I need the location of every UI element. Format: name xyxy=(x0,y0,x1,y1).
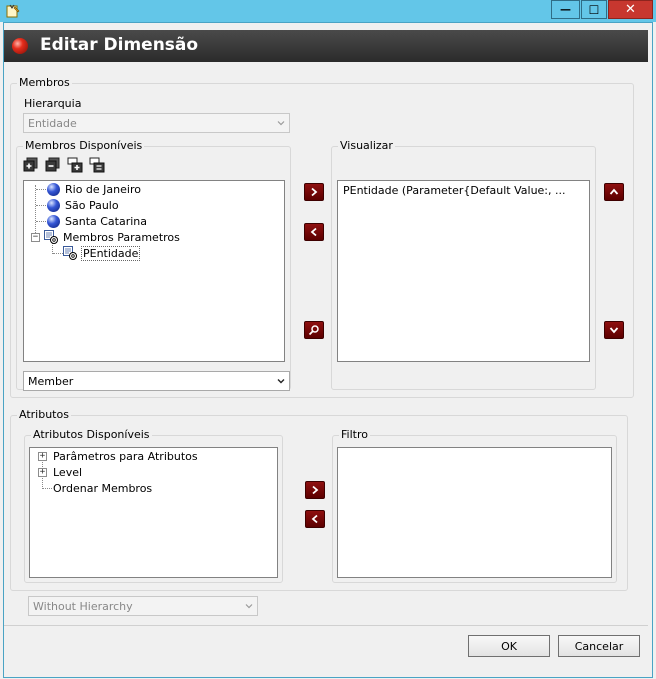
chevron-right-icon xyxy=(311,187,318,197)
tree-item-label: Santa Catarina xyxy=(65,214,148,228)
tree-item-membros-parametros[interactable]: Membros Parametros xyxy=(44,229,180,245)
hierarchy-mode-select-value: Without Hierarchy xyxy=(33,599,133,613)
chevron-down-icon xyxy=(277,121,285,126)
filtro-list[interactable] xyxy=(337,447,612,578)
chevron-down-icon xyxy=(277,379,285,384)
tree-line xyxy=(53,253,63,254)
move-down-button[interactable] xyxy=(604,321,624,339)
tree-item-ordenar-membros[interactable]: Ordenar Membros xyxy=(53,480,152,496)
tree-item-rio-de-janeiro[interactable]: Rio de Janeiro xyxy=(47,181,141,197)
remove-member-button[interactable] xyxy=(304,223,324,241)
membros-disponiveis-label: Membros Disponíveis xyxy=(23,139,145,152)
blue-ball-icon xyxy=(47,214,60,228)
red-ball-icon xyxy=(12,38,28,54)
filtro-label: Filtro xyxy=(339,428,370,441)
hierarchy-mode-select[interactable]: Without Hierarchy xyxy=(28,596,258,616)
tree-item-santa-catarina[interactable]: Santa Catarina xyxy=(47,213,147,229)
tree-line xyxy=(36,221,46,222)
chevron-up-icon xyxy=(609,188,619,195)
chevron-left-icon xyxy=(311,514,318,524)
ok-button-label: OK xyxy=(501,639,517,653)
atributos-tree[interactable]: + Parâmetros para Atributos + Level Orde… xyxy=(29,447,278,578)
membros-tree[interactable]: Rio de Janeiro São Paulo Santa Catarina … xyxy=(23,180,285,362)
chevron-right-icon xyxy=(312,485,319,495)
blue-ball-icon xyxy=(47,198,60,212)
visualizar-item[interactable]: PEntidade (Parameter{Default Value:, ... xyxy=(343,184,566,197)
collapse-toggle-icon[interactable]: − xyxy=(31,233,40,242)
tree-item-parametros-para-atributos[interactable]: Parâmetros para Atributos xyxy=(53,448,198,464)
atributos-disponiveis-label: Atributos Disponíveis xyxy=(31,428,152,441)
search-member-button[interactable] xyxy=(304,321,324,339)
membros-group-label: Membros xyxy=(17,76,72,89)
add-node-icon[interactable] xyxy=(67,157,83,173)
hierarquia-select-value: Entidade xyxy=(28,116,77,130)
move-up-button[interactable] xyxy=(604,183,624,201)
add-member-button[interactable] xyxy=(304,183,324,201)
ok-button[interactable]: OK xyxy=(468,635,550,657)
tree-line xyxy=(36,205,46,206)
expand-toggle-icon[interactable]: + xyxy=(38,452,47,461)
close-button[interactable]: ✕ xyxy=(608,0,653,19)
tree-item-sao-paulo[interactable]: São Paulo xyxy=(47,197,119,213)
visualizar-list[interactable]: PEntidade (Parameter{Default Value:, ... xyxy=(337,180,590,362)
blue-ball-icon xyxy=(47,182,60,196)
maximize-button[interactable]: ☐ xyxy=(581,0,607,19)
tree-item-label: Ordenar Membros xyxy=(53,481,153,495)
tree-item-level[interactable]: Level xyxy=(53,464,82,480)
tree-item-pentidade[interactable]: PEntidade xyxy=(63,245,141,261)
minimize-icon: — xyxy=(560,3,571,16)
add-attribute-button[interactable] xyxy=(305,481,325,499)
chevron-left-icon xyxy=(310,227,317,237)
member-type-select[interactable]: Member xyxy=(23,371,290,391)
hierarquia-select[interactable]: Entidade xyxy=(23,113,290,133)
tree-item-label: Parâmetros para Atributos xyxy=(53,449,198,463)
app-icon xyxy=(6,4,20,18)
hierarquia-label: Hierarquia xyxy=(24,97,82,110)
tree-item-label: Level xyxy=(53,465,83,479)
tree-item-label: São Paulo xyxy=(65,198,119,212)
expand-all-icon[interactable] xyxy=(23,157,39,173)
parameter-icon xyxy=(63,246,77,260)
tree-item-label: Rio de Janeiro xyxy=(65,182,141,196)
remove-attribute-button[interactable] xyxy=(305,510,325,528)
tree-item-label: Membros Parametros xyxy=(63,230,180,244)
parameter-icon xyxy=(44,230,58,244)
search-icon xyxy=(308,325,319,336)
visualizar-label: Visualizar xyxy=(338,139,395,152)
collapse-all-icon[interactable] xyxy=(45,157,61,173)
minimize-button[interactable]: — xyxy=(551,0,580,19)
cancel-button-label: Cancelar xyxy=(574,639,624,653)
tree-settings-icon[interactable] xyxy=(89,157,105,173)
close-icon: ✕ xyxy=(625,2,636,17)
member-type-select-value: Member xyxy=(28,374,74,388)
atributos-group-label: Atributos xyxy=(17,408,71,421)
chevron-down-icon xyxy=(609,327,619,334)
tree-line xyxy=(43,488,52,489)
expand-toggle-icon[interactable]: + xyxy=(38,468,47,477)
cancel-button[interactable]: Cancelar xyxy=(558,635,640,657)
footer-separator xyxy=(4,625,648,626)
tree-line xyxy=(35,185,36,239)
dialog-header: Editar Dimensão xyxy=(4,30,648,62)
tree-line xyxy=(36,189,46,190)
tree-item-label: PEntidade xyxy=(80,245,141,261)
maximize-icon: ☐ xyxy=(588,2,600,17)
dialog-title: Editar Dimensão xyxy=(40,35,199,55)
chevron-down-icon xyxy=(245,604,253,609)
